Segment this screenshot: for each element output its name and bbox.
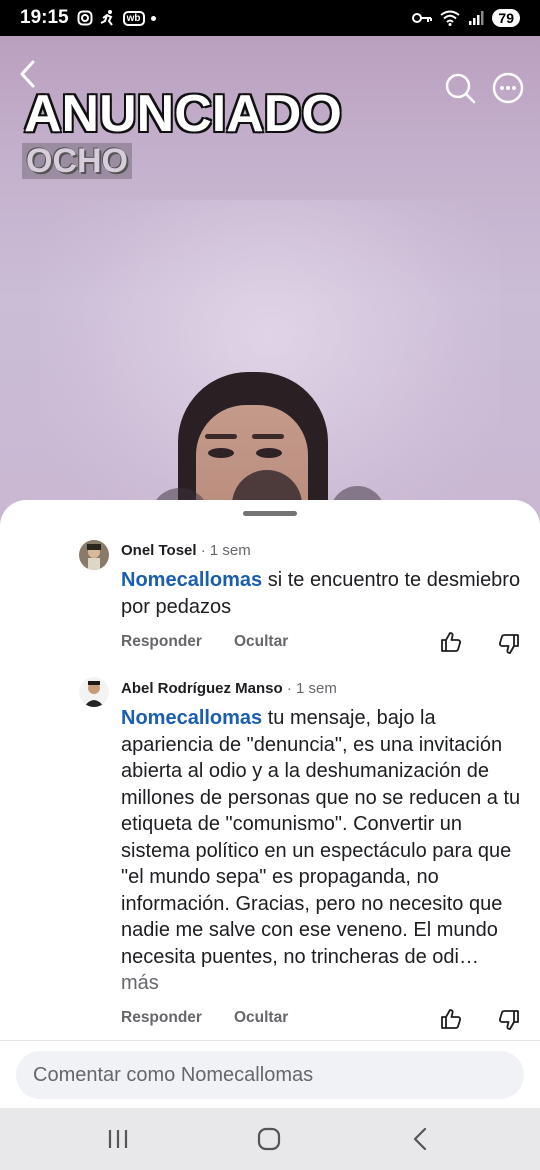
dislike-icon[interactable] <box>497 1008 521 1032</box>
status-bar: 19:15 wb 79 <box>0 0 540 36</box>
comment-text: Nomecallomas si te encuentro te desmiebr… <box>121 569 521 618</box>
video-title-overlay: ANUNCIADO <box>23 85 344 144</box>
comment-text: Nomecallomas tu mensaje, bajo la aparien… <box>121 705 525 997</box>
see-more-link[interactable]: más <box>121 970 525 997</box>
wifi-icon <box>440 10 461 26</box>
home-icon[interactable] <box>254 1124 284 1154</box>
running-icon <box>100 10 113 26</box>
more-options-icon[interactable] <box>492 72 524 104</box>
status-time: 19:15 <box>20 7 69 28</box>
comment-input[interactable] <box>16 1051 524 1099</box>
mention-link[interactable]: Nomecallomas <box>121 569 262 591</box>
notification-dot <box>150 15 156 21</box>
reply-button[interactable]: Responder <box>121 633 202 651</box>
nav-back-icon[interactable] <box>406 1124 436 1154</box>
hide-button[interactable]: Ocultar <box>234 1009 288 1027</box>
instagram-icon <box>77 10 93 26</box>
video-subtitle-overlay: OCHO <box>22 143 132 179</box>
comment-composer <box>0 1040 540 1108</box>
comment-timestamp: · 1 sem <box>196 542 251 559</box>
avatar[interactable] <box>79 540 109 570</box>
like-icon[interactable] <box>439 630 463 654</box>
recent-apps-icon[interactable] <box>103 1124 133 1154</box>
avatar[interactable] <box>79 677 109 707</box>
dislike-icon[interactable] <box>497 632 521 656</box>
like-icon[interactable] <box>439 1007 463 1031</box>
comment-author[interactable]: Abel Rodríguez Manso <box>121 680 283 697</box>
signal-icon <box>469 11 484 25</box>
reply-button[interactable]: Responder <box>121 1009 202 1027</box>
comment-timestamp: · 1 sem <box>282 680 337 697</box>
battery-indicator: 79 <box>492 9 520 27</box>
key-icon <box>412 13 433 23</box>
comments-sheet: Onel Tosel · 1 sem Nomecallomas si te en… <box>0 500 540 1108</box>
system-nav-bar <box>0 1108 540 1170</box>
hide-button[interactable]: Ocultar <box>234 633 288 651</box>
search-icon[interactable] <box>444 72 476 104</box>
comment-author[interactable]: Onel Tosel <box>121 542 197 559</box>
drag-handle[interactable] <box>243 511 297 516</box>
wb-app-icon: wb <box>122 10 145 26</box>
mention-link[interactable]: Nomecallomas <box>121 707 262 729</box>
